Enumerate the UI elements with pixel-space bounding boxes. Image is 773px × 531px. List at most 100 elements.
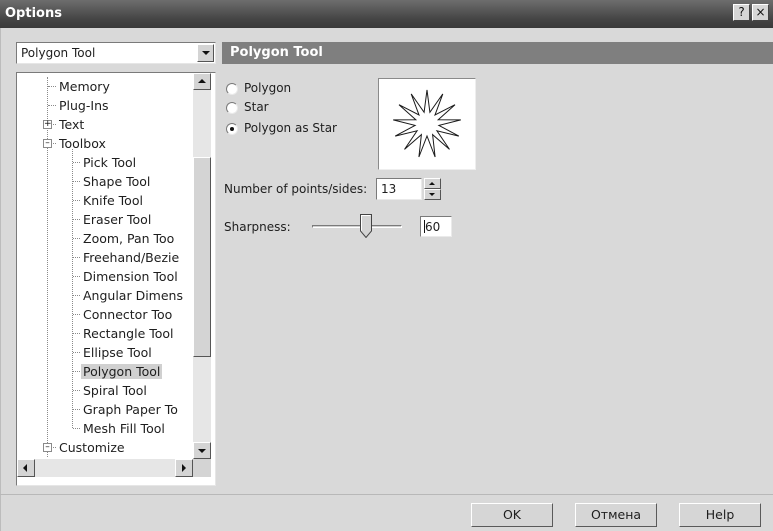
tree-item[interactable]: Rectangle Tool xyxy=(81,324,176,343)
tree-connector-line xyxy=(73,200,80,201)
radio-polygon-as-star-label: Polygon as Star xyxy=(244,121,337,135)
title-bar: Options ? × xyxy=(0,0,773,28)
tree-item[interactable]: Dimension Tool xyxy=(81,267,180,286)
combobox-dropdown-button[interactable] xyxy=(197,44,214,62)
window-title: Options xyxy=(5,6,62,21)
sharpness-slider-track[interactable] xyxy=(312,225,402,228)
tree-connector-line xyxy=(73,428,80,429)
tree-item-label: Graph Paper To xyxy=(83,402,178,417)
scrollbar-corner xyxy=(193,459,211,477)
star-preview-icon xyxy=(393,89,461,158)
tree-horizontal-scrollbar[interactable] xyxy=(17,459,193,477)
tree-item[interactable]: Spiral Tool xyxy=(81,381,149,400)
tree-connector-line xyxy=(73,162,80,163)
tree-item-label: Mesh Fill Tool xyxy=(83,421,165,436)
tree-item-label: Dimension Tool xyxy=(83,269,178,284)
radio-circle xyxy=(226,102,238,114)
sharpness-value: 60 xyxy=(425,220,441,234)
tree-item[interactable]: Customize xyxy=(57,438,127,457)
arrow-right-icon xyxy=(182,464,186,472)
tree-item[interactable]: Ellipse Tool xyxy=(81,343,154,362)
tree-vertical-scrollbar[interactable] xyxy=(193,73,211,459)
arrow-down-icon xyxy=(429,193,435,196)
expand-icon[interactable]: + xyxy=(43,120,52,129)
tree-item[interactable]: Plug-Ins xyxy=(57,96,111,115)
options-tree[interactable]: Memory Plug-Ins + Text – Toolbox Pick Tool Shap… xyxy=(16,72,216,486)
sharpness-label: Sharpness: xyxy=(224,220,291,234)
close-button[interactable]: × xyxy=(752,4,769,21)
scroll-right-button[interactable] xyxy=(175,459,193,477)
tree-item-label: Toolbox xyxy=(59,136,106,151)
help-title-button[interactable]: ? xyxy=(733,4,750,21)
tree-connector-line xyxy=(48,105,56,106)
collapse-icon[interactable]: – xyxy=(43,139,52,148)
radio-star-label: Star xyxy=(244,100,269,114)
polygon-tool-panel: Polygon Star Polygon as Star Number of p… xyxy=(222,66,773,486)
scroll-up-button[interactable] xyxy=(193,73,211,90)
tree-connector-line xyxy=(73,352,80,353)
stepper-down-button[interactable] xyxy=(424,189,441,200)
scroll-thumb[interactable] xyxy=(193,157,211,357)
points-value: 13 xyxy=(381,182,397,196)
sharpness-slider-thumb[interactable] xyxy=(360,214,372,238)
tree-item[interactable]: Toolbox xyxy=(57,134,108,153)
points-stepper[interactable] xyxy=(424,178,441,200)
tree-items: Memory Plug-Ins + Text – Toolbox Pick Tool Shap… xyxy=(17,77,193,460)
arrow-up-icon xyxy=(429,182,435,185)
tree-item-label: Shape Tool xyxy=(83,174,151,189)
tree-item[interactable]: Mesh Fill Tool xyxy=(81,419,167,438)
collapse-icon[interactable]: – xyxy=(43,443,52,452)
tree-item-label: Pick Tool xyxy=(83,155,137,170)
category-combobox-value: Polygon Tool xyxy=(21,46,96,60)
tree-item[interactable]: Knife Tool xyxy=(81,191,145,210)
radio-circle xyxy=(226,123,238,135)
tree-connector-line xyxy=(73,181,80,182)
ok-button[interactable]: OK xyxy=(471,503,553,527)
tree-item-label: Angular Dimens xyxy=(83,288,183,303)
tree-connector-line xyxy=(47,77,48,457)
tree-item-label: Customize xyxy=(59,440,125,455)
tree-item-label: Zoom, Pan Too xyxy=(83,231,175,246)
scroll-down-button[interactable] xyxy=(193,442,211,459)
tree-connector-line xyxy=(53,447,56,448)
tree-item[interactable]: Freehand/Bezie xyxy=(81,248,181,267)
tree-connector-line xyxy=(53,124,56,125)
tree-item-label: Knife Tool xyxy=(83,193,143,208)
tree-item-label: Polygon Tool xyxy=(81,364,163,379)
shape-preview xyxy=(378,78,476,170)
tree-connector-line xyxy=(73,409,80,410)
tree-connector-line xyxy=(73,219,80,220)
scroll-left-button[interactable] xyxy=(17,459,35,477)
tree-item[interactable]: Polygon Tool xyxy=(81,362,163,381)
tree-item[interactable]: Graph Paper To xyxy=(81,400,180,419)
sharpness-input[interactable]: 60 xyxy=(420,216,452,237)
tree-connector-line xyxy=(73,276,80,277)
tree-item[interactable]: Text xyxy=(57,115,86,134)
tree-item-label: Spiral Tool xyxy=(83,383,147,398)
tree-item[interactable]: Pick Tool xyxy=(81,153,138,172)
tree-item[interactable]: Zoom, Pan Too xyxy=(81,229,176,248)
cancel-button[interactable]: Отмена xyxy=(575,503,657,527)
points-label: Number of points/sides: xyxy=(224,182,368,196)
tree-item[interactable]: Angular Dimens xyxy=(81,286,185,305)
tree-connector-line xyxy=(72,149,73,428)
radio-polygon-label: Polygon xyxy=(244,81,292,95)
arrow-left-icon xyxy=(23,464,27,472)
tree-item[interactable]: Connector Too xyxy=(81,305,174,324)
panel-title: Polygon Tool xyxy=(230,45,323,60)
tree-item[interactable]: Memory xyxy=(57,77,112,96)
tree-connector-line xyxy=(73,238,80,239)
help-button[interactable]: Help xyxy=(679,503,761,527)
tree-connector-line xyxy=(73,333,80,334)
points-input[interactable]: 13 xyxy=(376,178,422,200)
tree-item-label: Ellipse Tool xyxy=(83,345,152,360)
tree-connector-line xyxy=(73,295,80,296)
stepper-up-button[interactable] xyxy=(424,178,441,189)
panel-header: Polygon Tool xyxy=(222,42,773,64)
category-combobox[interactable]: Polygon Tool xyxy=(16,42,216,64)
chevron-down-icon xyxy=(202,51,210,55)
tree-connector-line xyxy=(73,390,80,391)
tree-item[interactable]: Shape Tool xyxy=(81,172,152,191)
tree-item[interactable]: Eraser Tool xyxy=(81,210,153,229)
tree-item-label: Memory xyxy=(59,79,110,94)
